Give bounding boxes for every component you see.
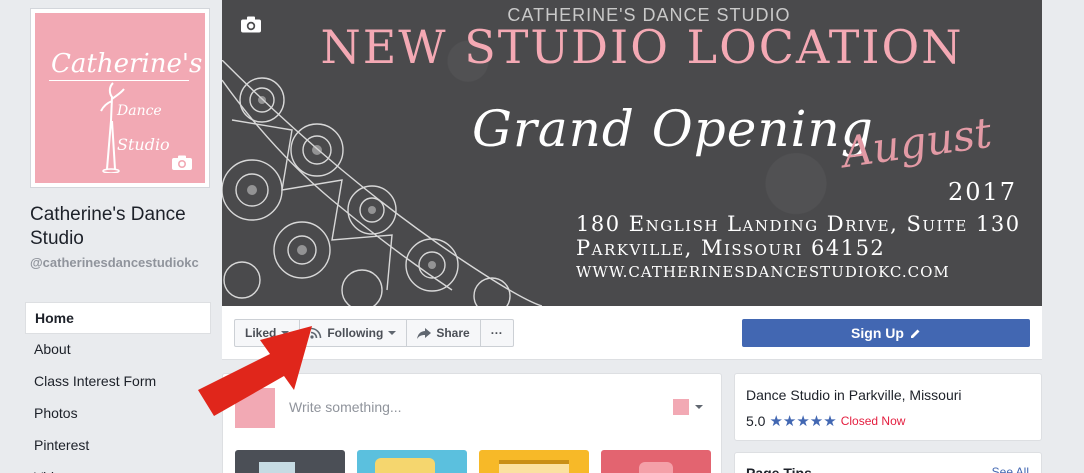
event-option[interactable] bbox=[479, 450, 589, 473]
star-rating-icon[interactable]: ★★★★★ bbox=[769, 412, 836, 430]
cover-headline: NEW STUDIO LOCATION bbox=[320, 20, 964, 74]
nav-item-pinterest[interactable]: Pinterest bbox=[25, 430, 211, 462]
nav-item-class-interest-form[interactable]: Class Interest Form bbox=[25, 366, 211, 398]
page-handle[interactable]: @catherinesdancestudiokc bbox=[30, 255, 212, 271]
share-label: Share bbox=[436, 326, 470, 340]
more-icon: ··· bbox=[490, 326, 503, 340]
avatar bbox=[673, 399, 689, 415]
composer-options bbox=[235, 450, 711, 473]
logo-line2: Dance bbox=[117, 103, 162, 119]
rating-value: 5.0 bbox=[746, 413, 766, 429]
page-action-bar: Liked Following Share ··· Sign Up bbox=[222, 306, 1042, 360]
flag-icon bbox=[639, 462, 673, 473]
page-nav: Home About Class Interest Form Photos Pi… bbox=[25, 302, 211, 473]
profile-picture[interactable]: Catherine's Dance Studio bbox=[30, 8, 210, 188]
logo-line3: Studio bbox=[117, 135, 170, 154]
cover-address-line1: 180 English Landing Drive, Suite 130 bbox=[576, 212, 1021, 236]
page-tips-title: Page Tips bbox=[746, 465, 812, 473]
lace-decoration bbox=[222, 60, 542, 306]
hours-status[interactable]: Closed Now bbox=[841, 414, 906, 428]
share-button[interactable]: Share bbox=[407, 320, 481, 346]
offer-option[interactable] bbox=[357, 450, 467, 473]
camera-icon[interactable] bbox=[171, 155, 193, 171]
see-all-link[interactable]: See All bbox=[992, 465, 1029, 473]
red-arrow-annotation bbox=[198, 326, 312, 416]
cover-website: WWW.CATHERINESDANCESTUDIOKC.COM bbox=[576, 263, 950, 281]
nav-item-videos[interactable]: Videos bbox=[25, 462, 211, 473]
dancer-icon bbox=[100, 82, 125, 173]
chevron-down-icon bbox=[695, 405, 703, 409]
page-tips-card: Page Tips See All bbox=[734, 452, 1042, 473]
sign-up-button[interactable]: Sign Up bbox=[742, 319, 1030, 347]
photo-icon bbox=[259, 462, 295, 473]
cover-photo[interactable]: CATHERINE'S DANCE STUDIO NEW STUDIO LOCA… bbox=[222, 0, 1042, 306]
rating-row: 5.0 ★★★★★ Closed Now bbox=[746, 412, 905, 430]
pencil-icon bbox=[910, 329, 920, 338]
more-options-button[interactable]: ··· bbox=[481, 320, 513, 346]
milestone-option[interactable] bbox=[601, 450, 711, 473]
about-card: Dance Studio in Parkville, Missouri 5.0 … bbox=[734, 373, 1042, 441]
sign-up-label: Sign Up bbox=[851, 325, 904, 341]
page-title[interactable]: Catherine's Dance Studio bbox=[30, 203, 210, 251]
camera-icon[interactable] bbox=[240, 16, 262, 33]
calendar-icon bbox=[499, 460, 569, 473]
studio-logo: Catherine's Dance Studio bbox=[35, 13, 205, 183]
logo-line1: Catherine's bbox=[51, 49, 203, 79]
business-category[interactable]: Dance Studio in Parkville, Missouri bbox=[746, 387, 962, 403]
cover-address-line2: Parkville, Missouri 64152 bbox=[576, 236, 886, 260]
nav-item-about[interactable]: About bbox=[25, 334, 211, 366]
share-arrow-icon bbox=[417, 327, 432, 339]
cover-grand-opening: Grand Opening bbox=[472, 100, 874, 158]
nav-item-photos[interactable]: Photos bbox=[25, 398, 211, 430]
cover-year: 2017 bbox=[948, 178, 1018, 206]
nav-item-home[interactable]: Home bbox=[25, 302, 211, 334]
offer-icon bbox=[375, 458, 435, 473]
photo-video-option[interactable] bbox=[235, 450, 345, 473]
chevron-down-icon bbox=[388, 331, 397, 335]
audience-selector[interactable] bbox=[673, 399, 703, 415]
following-label: Following bbox=[327, 326, 384, 340]
